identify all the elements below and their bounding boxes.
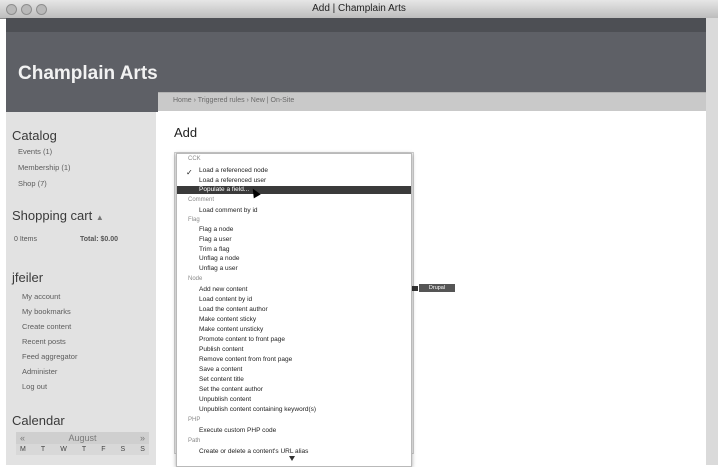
dropdown-option[interactable]: Unflag a user — [199, 265, 238, 272]
breadcrumb-bar: Home › Triggered rules › New | On-Site — [158, 92, 706, 111]
dropdown-group-php: PHP — [188, 417, 201, 423]
dropdown-option[interactable]: Set the content author — [199, 386, 263, 393]
calendar-weekday: F — [101, 446, 106, 453]
breadcrumb[interactable]: Home › Triggered rules › New | On-Site — [173, 97, 294, 104]
dropdown-option[interactable]: Make content sticky — [199, 316, 256, 323]
dropdown-option[interactable]: Load a referenced user — [199, 177, 266, 184]
window-titlebar[interactable]: Add | Champlain Arts — [0, 0, 718, 19]
catalog-item-membership[interactable]: Membership (1) — [18, 163, 71, 172]
browser-window: Add | Champlain Arts Champlain Arts Cata… — [0, 0, 718, 467]
dropdown-option[interactable]: Flag a user — [199, 236, 232, 243]
window-right-edge — [706, 18, 718, 465]
catalog-block-title: Catalog — [12, 128, 57, 143]
dropdown-group-comment: Comment — [188, 197, 215, 203]
header-top-band — [6, 18, 712, 32]
calendar-weekday: T — [81, 446, 87, 453]
calendar-weekday-row: M T W T F S S — [16, 444, 149, 455]
cart-total: Total: $0.00 — [80, 236, 118, 243]
dropdown-option[interactable]: Unpublish content containing keyword(s) — [199, 406, 316, 413]
catalog-item-events[interactable]: Events (1) — [18, 147, 52, 156]
user-link-recent-posts[interactable]: Recent posts — [22, 337, 66, 346]
dropdown-option-selected[interactable]: Populate a field... — [199, 186, 249, 193]
dropdown-group-path: Path — [188, 438, 201, 444]
dropdown-option[interactable]: Promote content to front page — [199, 336, 285, 343]
dropdown-option[interactable]: Load content by id — [199, 296, 252, 303]
calendar-weekday: T — [40, 446, 46, 453]
user-link-log-out[interactable]: Log out — [22, 382, 47, 391]
dropdown-group-flag: Flag — [188, 217, 200, 223]
calendar-weekday: S — [120, 446, 126, 453]
cart-item-count: 0 Items — [14, 236, 37, 243]
calendar-widget: « August » M T W T F S S — [16, 432, 149, 455]
dropdown-option[interactable]: Load the content author — [199, 306, 268, 313]
dropdown-option[interactable]: Publish content — [199, 346, 243, 353]
user-link-create-content[interactable]: Create content — [22, 322, 71, 331]
calendar-month-label: August — [68, 433, 97, 443]
user-link-my-account[interactable]: My account — [22, 292, 60, 301]
shopping-cart-title: Shopping cart ▲ — [12, 208, 104, 223]
action-select-dropdown[interactable]: ✓ CCK Load a referenced node Load a refe… — [176, 153, 412, 467]
calendar-weekday: M — [20, 446, 26, 453]
dropdown-option[interactable]: Unpublish content — [199, 396, 251, 403]
calendar-weekday: S — [140, 446, 145, 453]
shopping-cart-label: Shopping cart — [12, 208, 93, 223]
drupal-badge[interactable]: Drupal — [419, 284, 455, 292]
checkmark-icon: ✓ — [186, 168, 193, 177]
dropdown-group-node: Node — [188, 276, 203, 282]
user-link-my-bookmarks[interactable]: My bookmarks — [22, 307, 71, 316]
calendar-next-button[interactable]: » — [140, 433, 145, 443]
user-link-administer[interactable]: Administer — [22, 367, 57, 376]
calendar-prev-button[interactable]: « — [20, 433, 25, 443]
dropdown-option[interactable]: Flag a node — [199, 226, 233, 233]
catalog-item-shop[interactable]: Shop (7) — [18, 179, 47, 188]
dropdown-option[interactable]: Save a content — [199, 366, 242, 373]
dropdown-option[interactable]: Load comment by id — [199, 207, 258, 214]
calendar-weekday: W — [60, 446, 67, 453]
dropdown-option[interactable]: Create or delete a content's URL alias — [199, 448, 308, 455]
user-block-title: jfeiler — [12, 270, 44, 285]
dropdown-option[interactable]: Set content title — [199, 376, 244, 383]
dropdown-option[interactable]: Remove content from front page — [199, 356, 292, 363]
dropdown-option[interactable]: Add new content — [199, 286, 247, 293]
dropdown-option[interactable]: Trim a flag — [199, 246, 229, 253]
dropdown-option[interactable]: Execute custom PHP code — [199, 427, 276, 434]
page-title: Add — [174, 125, 198, 140]
scroll-down-arrow-icon[interactable] — [289, 456, 295, 461]
dropdown-option[interactable]: Unflag a node — [199, 255, 239, 262]
dropdown-option[interactable]: Load a referenced node — [199, 167, 268, 174]
site-name[interactable]: Champlain Arts — [18, 63, 158, 85]
cart-toggle-icon[interactable]: ▲ — [96, 213, 104, 222]
user-link-feed-aggregator[interactable]: Feed aggregator — [22, 352, 77, 361]
dropdown-option[interactable]: Make content unsticky — [199, 326, 263, 333]
dropdown-group-cck: CCK — [188, 156, 201, 162]
calendar-month-bar: « August » — [16, 432, 149, 444]
calendar-title: Calendar — [12, 413, 65, 428]
window-title: Add | Champlain Arts — [312, 3, 406, 14]
